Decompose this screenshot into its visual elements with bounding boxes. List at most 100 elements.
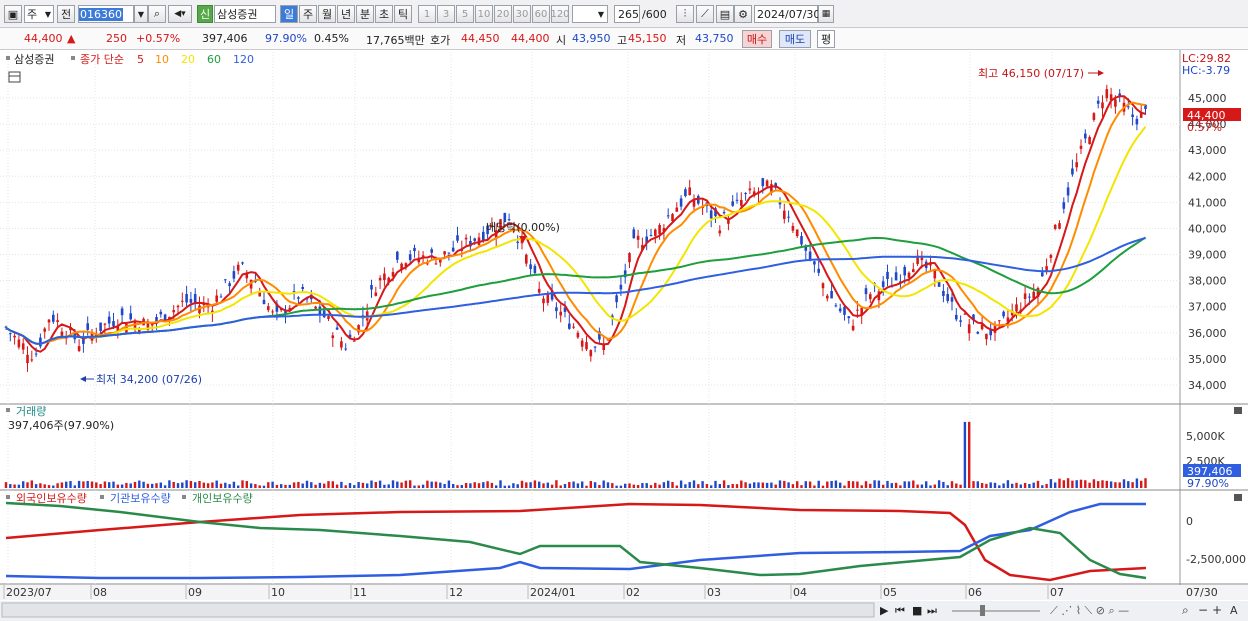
volume-bar: [271, 481, 274, 488]
tab-interval-120[interactable]: 120: [550, 5, 570, 23]
candle-body: [482, 231, 485, 241]
tab-period-2[interactable]: 월: [318, 5, 336, 23]
candle-body: [327, 316, 330, 319]
volume-bar: [374, 482, 377, 488]
tab-period-3[interactable]: 년: [337, 5, 355, 23]
tab-period-0[interactable]: 일: [280, 5, 298, 23]
volume-bar: [125, 482, 128, 488]
tab-interval-60[interactable]: 60: [532, 5, 550, 23]
stop-icon[interactable]: ■: [912, 604, 922, 617]
volume-bar: [675, 485, 678, 488]
volume-bar: [47, 485, 51, 488]
volume-bar: [443, 483, 446, 488]
zoom-out-icon[interactable]: −: [1198, 603, 1208, 617]
stock-code-input[interactable]: 016360: [78, 5, 134, 23]
speaker-icon[interactable]: ◀▾: [168, 5, 192, 23]
candle-body: [1105, 89, 1109, 99]
table-icon[interactable]: [8, 71, 21, 83]
volume-bar: [391, 480, 395, 488]
candle-body: [967, 324, 971, 334]
tab-interval-20[interactable]: 20: [494, 5, 512, 23]
volume-bar: [237, 485, 240, 488]
gear-icon[interactable]: ⚙: [734, 5, 752, 23]
x-tick: 09: [188, 586, 202, 599]
candle-body: [1071, 168, 1074, 175]
candle-body: [744, 193, 747, 195]
tab-period-4[interactable]: 분: [356, 5, 374, 23]
volume-bar: [112, 481, 115, 488]
stock-chart[interactable]: 삼성증권 종가 단순 5 10 20 60 120 최고 46,150 (07/17) …: [0, 50, 1248, 621]
volume-bar: [120, 484, 124, 488]
prev-button[interactable]: 전: [57, 5, 75, 23]
candle-body: [224, 279, 227, 281]
volume-bar: [430, 481, 433, 488]
fast-forward-icon[interactable]: ⏭: [927, 604, 937, 617]
volume-bar: [95, 482, 98, 488]
volume-bar: [1041, 485, 1044, 488]
type-select[interactable]: 주 ▼: [24, 5, 54, 23]
code-dropdown-button[interactable]: ▼: [134, 5, 148, 23]
x-tick: 05: [883, 586, 897, 599]
volume-bar: [946, 485, 949, 488]
volume-bar: [641, 483, 644, 488]
volume-value: 397,406: [202, 32, 248, 45]
candle-body: [740, 199, 743, 206]
volume-bar: [155, 483, 158, 488]
volume-bar: [189, 480, 193, 488]
plus-icon[interactable]: +: [1212, 603, 1222, 617]
volume-bar: [284, 484, 287, 488]
ask-price: 44,450: [461, 32, 500, 45]
candle-icon[interactable]: ⫶: [676, 5, 694, 23]
horizontal-scrollbar[interactable]: [1, 602, 875, 618]
tab-period-5[interactable]: 초: [375, 5, 393, 23]
count-input[interactable]: 265: [614, 5, 640, 23]
close-panel-icon[interactable]: [1234, 407, 1242, 414]
volume-bar: [1062, 480, 1065, 488]
volume-bar: [671, 481, 674, 488]
text-tool-icon[interactable]: A: [1230, 604, 1238, 617]
candle-body: [112, 321, 115, 327]
volume-bar: [851, 481, 855, 488]
zoom-in-icon[interactable]: ⌕: [1182, 603, 1189, 617]
price-tick: 42,000: [1188, 170, 1227, 183]
volume-bar: [645, 483, 648, 488]
close-panel-icon[interactable]: [1234, 494, 1242, 501]
volume-bar: [116, 484, 119, 488]
volume-bar: [808, 481, 812, 488]
interval-select[interactable]: ▼: [572, 5, 608, 23]
volume-bar: [783, 480, 786, 488]
zoom-slider-thumb[interactable]: [980, 605, 985, 616]
buy-button[interactable]: 매수: [742, 30, 772, 48]
tab-interval-3[interactable]: 3: [437, 5, 455, 23]
candle-body: [1075, 162, 1078, 168]
volume-bar: [912, 480, 915, 488]
tab-interval-10[interactable]: 10: [475, 5, 493, 23]
volume-bar: [22, 481, 25, 488]
tab-period-6[interactable]: 틱: [394, 5, 412, 23]
date-input[interactable]: 2024/07/30: [754, 5, 820, 23]
volume-bar: [1131, 482, 1134, 488]
tab-interval-30[interactable]: 30: [513, 5, 531, 23]
scroll-right-icon[interactable]: ▶: [880, 604, 889, 617]
candle-body: [1062, 202, 1066, 209]
candle-body: [241, 262, 244, 264]
drawing-tools-icon[interactable]: ⟋ ⋰ ⌇ ⟍ ⊘ ⌕ —: [1050, 604, 1129, 617]
tab-period-1[interactable]: 주: [299, 5, 317, 23]
calendar-icon[interactable]: ▦: [818, 5, 834, 23]
volume-bar: [469, 483, 472, 488]
search-icon[interactable]: ⌕: [148, 5, 166, 23]
current-price: 44,400: [24, 32, 63, 45]
eval-button[interactable]: 평: [817, 30, 835, 48]
tab-interval-1[interactable]: 1: [418, 5, 436, 23]
line-tool-icon[interactable]: ⟋: [696, 5, 714, 23]
window-icon[interactable]: ▣: [4, 5, 22, 23]
candle-body: [378, 277, 382, 281]
save-icon[interactable]: ▤: [716, 5, 734, 23]
tab-interval-5[interactable]: 5: [456, 5, 474, 23]
ma-legend-120: 120: [233, 53, 254, 66]
holding-legend-2: 개인보유수량: [192, 492, 253, 505]
rewind-icon[interactable]: ⏮: [895, 604, 905, 617]
candle-body: [408, 254, 412, 261]
sell-button[interactable]: 매도: [779, 30, 811, 48]
candle-body: [946, 294, 949, 301]
